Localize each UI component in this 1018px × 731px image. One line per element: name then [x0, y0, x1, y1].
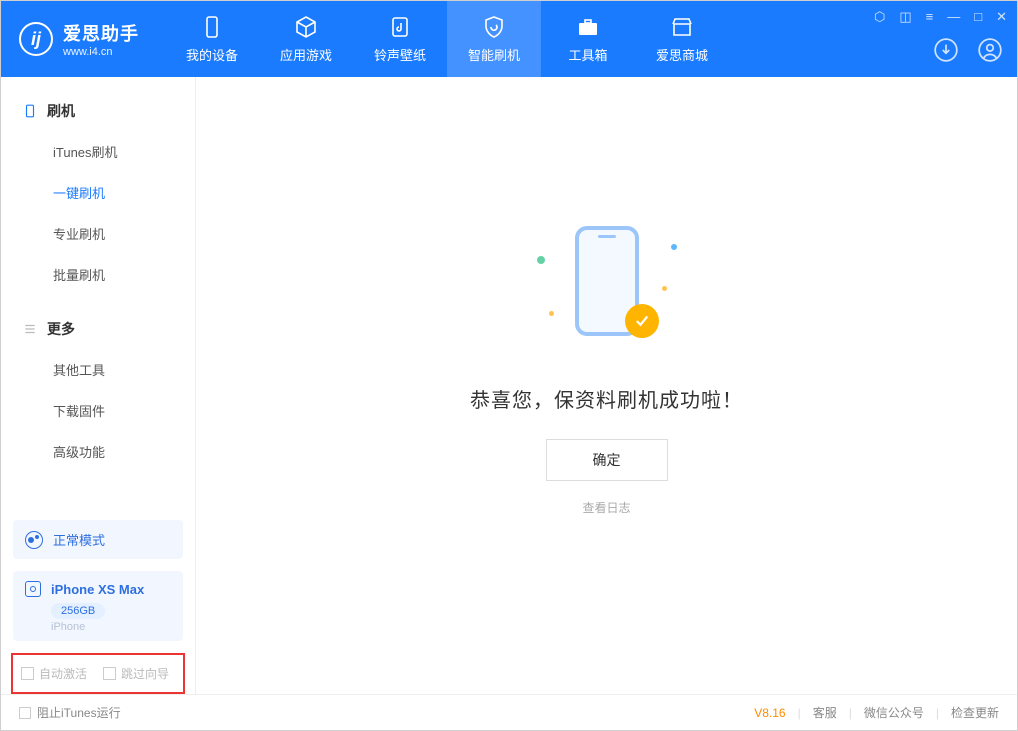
logo-icon: ij [19, 22, 53, 56]
sidebar-item-batch-flash[interactable]: 批量刷机 [1, 254, 195, 295]
app-url: www.i4.cn [63, 46, 139, 58]
tab-apps-games[interactable]: 应用游戏 [259, 1, 353, 77]
sidebar-item-other-tools[interactable]: 其他工具 [1, 349, 195, 390]
sidebar-group-more[interactable]: 更多 [1, 309, 195, 349]
shirt-icon[interactable]: ⬡ [874, 9, 885, 25]
sidebar: 刷机 iTunes刷机 一键刷机 专业刷机 批量刷机 更多 其他工具 下载固件 … [1, 77, 196, 694]
cube-icon [294, 15, 318, 39]
sidebar-item-advanced[interactable]: 高级功能 [1, 431, 195, 472]
window-controls: ⬡ ◫ ≡ — □ ✕ [874, 9, 1007, 25]
link-check-update[interactable]: 检查更新 [951, 704, 999, 721]
view-log-link[interactable]: 查看日志 [582, 499, 630, 516]
device-type: iPhone [51, 621, 85, 633]
minimize-button[interactable]: — [947, 9, 960, 25]
device-icon [200, 15, 224, 39]
device-icon [25, 581, 41, 597]
link-wechat[interactable]: 微信公众号 [864, 704, 924, 721]
user-icon[interactable] [977, 37, 1003, 63]
tab-ringtone-wallpaper[interactable]: 铃声壁纸 [353, 1, 447, 77]
link-support[interactable]: 客服 [813, 704, 837, 721]
tab-store[interactable]: 爱思商城 [635, 1, 729, 77]
list-icon [23, 322, 37, 336]
tab-label: 应用游戏 [280, 45, 332, 64]
tab-my-device[interactable]: 我的设备 [165, 1, 259, 77]
sidebar-item-oneclick-flash[interactable]: 一键刷机 [1, 172, 195, 213]
app-header: ij 爱思助手 www.i4.cn 我的设备 应用游戏 铃声壁纸 智能刷机 工具… [1, 1, 1017, 77]
tab-label: 智能刷机 [468, 45, 520, 64]
device-name: iPhone XS Max [51, 582, 144, 597]
device-capacity: 256GB [51, 603, 105, 619]
success-illustration [537, 216, 677, 356]
ok-button[interactable]: 确定 [546, 439, 668, 481]
tab-smart-flash[interactable]: 智能刷机 [447, 1, 541, 77]
logo: ij 爱思助手 www.i4.cn [1, 20, 157, 58]
shield-refresh-icon [482, 15, 506, 39]
briefcase-icon [576, 15, 600, 39]
main-content: 恭喜您，保资料刷机成功啦！ 确定 查看日志 [196, 77, 1017, 694]
main-tabs: 我的设备 应用游戏 铃声壁纸 智能刷机 工具箱 爱思商城 [165, 1, 729, 77]
sidebar-item-download-firmware[interactable]: 下载固件 [1, 390, 195, 431]
store-icon [670, 15, 694, 39]
checkbox-block-itunes[interactable]: 阻止iTunes运行 [19, 704, 121, 721]
checkbox-auto-activate[interactable]: 自动激活 [21, 665, 87, 682]
sidebar-group-flash[interactable]: 刷机 [1, 91, 195, 131]
sidebar-item-pro-flash[interactable]: 专业刷机 [1, 213, 195, 254]
tab-toolbox[interactable]: 工具箱 [541, 1, 635, 77]
device-card[interactable]: iPhone XS Max 256GB iPhone [13, 571, 183, 641]
menu-icon[interactable]: ≡ [926, 9, 934, 25]
download-icon[interactable] [933, 37, 959, 63]
group-title: 刷机 [47, 101, 75, 121]
phone-icon [23, 104, 37, 118]
options-row: 自动激活 跳过向导 [11, 653, 185, 694]
tab-label: 工具箱 [568, 45, 607, 64]
music-file-icon [388, 15, 412, 39]
checkbox-label: 阻止iTunes运行 [37, 704, 121, 721]
version-label: V8.16 [754, 706, 785, 720]
status-bar: 阻止iTunes运行 V8.16 | 客服 | 微信公众号 | 检查更新 [1, 694, 1017, 730]
checkbox-label: 自动激活 [39, 665, 87, 682]
mode-icon [25, 531, 43, 549]
tab-label: 铃声壁纸 [374, 45, 426, 64]
sidebar-item-itunes-flash[interactable]: iTunes刷机 [1, 131, 195, 172]
app-name: 爱思助手 [63, 20, 139, 46]
header-right-icons [933, 37, 1003, 63]
tab-label: 我的设备 [186, 45, 238, 64]
maximize-button[interactable]: □ [974, 9, 982, 25]
close-button[interactable]: ✕ [996, 9, 1007, 25]
mode-indicator[interactable]: 正常模式 [13, 520, 183, 559]
check-badge-icon [625, 304, 659, 338]
tab-label: 爱思商城 [656, 45, 708, 64]
checkbox-skip-guide[interactable]: 跳过向导 [103, 665, 169, 682]
group-title: 更多 [47, 319, 75, 339]
layout-icon[interactable]: ◫ [899, 9, 911, 25]
mode-label: 正常模式 [53, 530, 105, 549]
checkbox-label: 跳过向导 [121, 665, 169, 682]
success-message: 恭喜您，保资料刷机成功啦！ [470, 384, 743, 413]
